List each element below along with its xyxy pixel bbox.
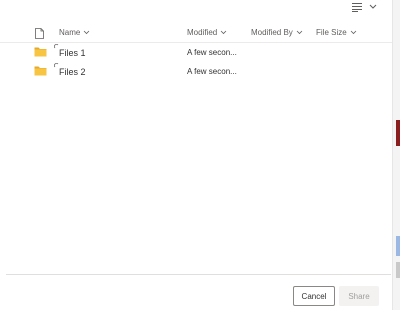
background-window-fragment — [396, 120, 400, 146]
row-modified: A few secon... — [187, 48, 237, 57]
footer-divider — [6, 274, 391, 275]
list-view-icon — [352, 3, 362, 12]
chevron-down-icon — [350, 30, 356, 35]
cancel-button[interactable]: Cancel — [293, 286, 335, 306]
table-row[interactable]: Files 2 A few secon... — [0, 62, 392, 81]
chevron-down-icon — [296, 30, 303, 35]
name-column-header[interactable]: Name — [59, 28, 90, 37]
file-size-column-header[interactable]: File Size — [316, 28, 357, 37]
column-header-row: Name Modified Modified By File Size — [0, 24, 392, 43]
folder-icon — [34, 66, 47, 76]
background-window-fragment — [396, 262, 400, 278]
folder-icon — [34, 47, 47, 57]
chevron-down-icon — [369, 4, 377, 9]
modified-by-column-label: Modified By — [251, 28, 293, 37]
view-switcher[interactable] — [352, 0, 377, 14]
background-window-fragment — [396, 236, 400, 256]
file-size-column-label: File Size — [316, 28, 347, 37]
file-type-column-header[interactable] — [35, 26, 44, 44]
row-name: Files 1 — [59, 48, 86, 58]
modified-column-label: Modified — [187, 28, 218, 37]
table-row[interactable]: Files 1 A few secon... — [0, 43, 392, 62]
chevron-down-icon — [84, 30, 90, 35]
chevron-down-icon — [220, 30, 227, 35]
row-name: Files 2 — [59, 67, 86, 77]
modified-column-header[interactable]: Modified — [187, 28, 227, 37]
name-column-label: Name — [59, 28, 81, 37]
file-picker-dialog: Name Modified Modified By File Size File… — [0, 0, 392, 310]
row-modified: A few secon... — [187, 67, 237, 76]
share-button[interactable]: Share — [339, 286, 379, 306]
file-icon — [35, 28, 44, 39]
modified-by-column-header[interactable]: Modified By — [251, 28, 303, 37]
